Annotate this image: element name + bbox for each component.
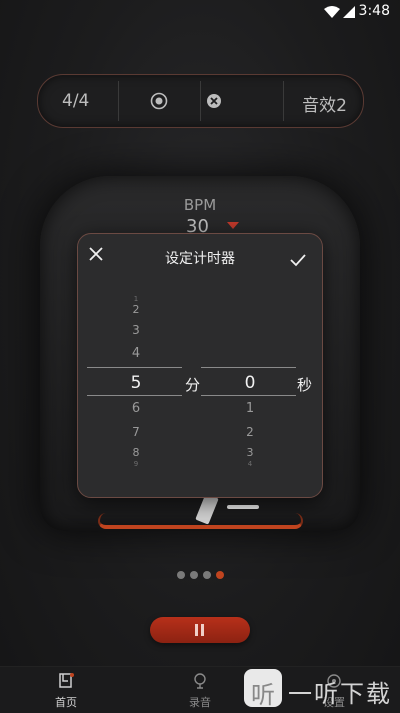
home-icon <box>59 673 74 688</box>
selection-line <box>201 367 296 368</box>
wifi-icon <box>324 6 340 18</box>
second-option[interactable]: 3 <box>220 446 280 459</box>
nav-item-record[interactable]: 录音 <box>170 667 230 713</box>
minute-option[interactable]: 4 <box>106 346 166 361</box>
minutes-unit-label: 分 <box>185 376 201 394</box>
second-option[interactable]: 2 <box>220 425 280 439</box>
bpm-dropdown-icon[interactable] <box>227 222 239 229</box>
selection-line <box>87 395 182 396</box>
second-option[interactable]: 1 <box>220 401 280 416</box>
pill-divider <box>118 81 119 121</box>
metronome-base <box>98 513 303 529</box>
pill-divider <box>283 81 284 121</box>
nav-label: 首页 <box>55 696 77 709</box>
control-pill: 4/4 音效2 <box>37 74 364 128</box>
status-time: 3:48 <box>358 3 390 19</box>
pause-button[interactable] <box>150 617 250 643</box>
minute-option[interactable]: 9 <box>106 460 166 468</box>
minute-option[interactable]: 1 <box>106 295 166 303</box>
dialog-title: 设定计时器 <box>165 251 235 267</box>
bpm-label: BPM <box>183 196 217 214</box>
minute-selected[interactable]: 5 <box>106 373 166 393</box>
second-selected[interactable]: 0 <box>220 373 280 393</box>
minute-option[interactable]: 6 <box>106 401 166 416</box>
mic-icon <box>194 673 206 689</box>
page-dot[interactable] <box>177 571 185 579</box>
record-icon[interactable] <box>150 92 168 110</box>
selection-line <box>201 395 296 396</box>
seconds-unit-label: 秒 <box>297 376 313 394</box>
nav-item-home[interactable]: 首页 <box>36 667 96 713</box>
watermark-glyph: 听 <box>251 681 275 709</box>
page-dot[interactable] <box>190 571 198 579</box>
minute-option[interactable]: 2 <box>106 303 166 316</box>
nav-label: 录音 <box>189 696 211 709</box>
second-option[interactable]: 4 <box>220 460 280 468</box>
minute-option[interactable]: 8 <box>106 446 166 459</box>
sound-effect-button[interactable]: 音效2 <box>302 91 347 116</box>
watermark-text: 一听下载 <box>288 680 392 708</box>
page-dot-active[interactable] <box>216 571 224 579</box>
time-signature-button[interactable]: 4/4 <box>62 91 89 111</box>
minute-option[interactable]: 3 <box>106 323 166 337</box>
pause-icon <box>192 617 208 643</box>
page-dot[interactable] <box>203 571 211 579</box>
selection-line <box>87 367 182 368</box>
confirm-icon[interactable] <box>290 253 306 267</box>
pendulum-weight <box>227 505 259 509</box>
signal-icon <box>343 6 355 18</box>
status-bar: 3:48 <box>0 0 400 24</box>
pill-divider <box>200 81 201 121</box>
minute-option[interactable]: 7 <box>106 425 166 439</box>
clear-icon[interactable] <box>206 93 222 109</box>
